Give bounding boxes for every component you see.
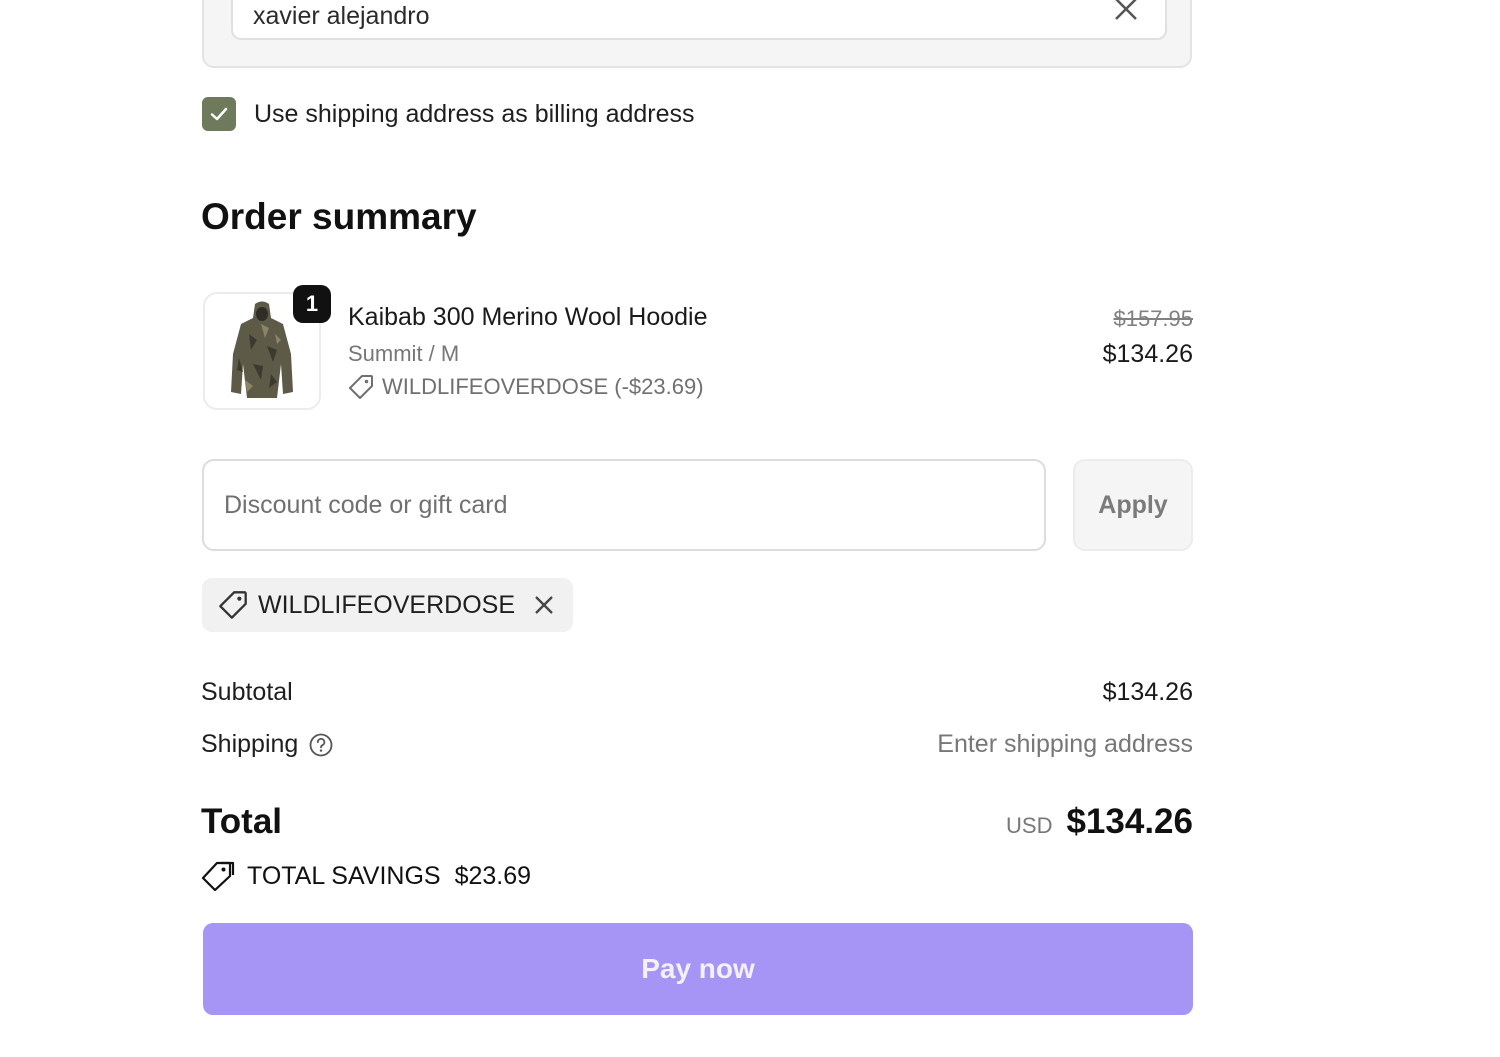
final-price: $134.26 — [1102, 340, 1193, 368]
checkmark-icon — [210, 107, 228, 121]
subtotal-label: Subtotal — [201, 678, 293, 706]
pay-now-button[interactable]: Pay now — [203, 923, 1193, 1015]
item-discount: WILDLIFEOVERDOSE (-$23.69) — [348, 374, 704, 400]
item-discount-label: WILDLIFEOVERDOSE (-$23.69) — [382, 374, 704, 399]
shipping-value: Enter shipping address — [937, 730, 1193, 758]
shipping-label: Shipping — [201, 730, 299, 758]
billing-checkbox-label: Use shipping address as billing address — [254, 99, 695, 128]
name-field[interactable]: xavier alejandro — [231, 0, 1167, 40]
quantity-badge: 1 — [293, 285, 331, 323]
applied-discount-chip: WILDLIFEOVERDOSE — [202, 578, 573, 632]
total-savings: TOTAL SAVINGS $23.69 — [201, 861, 531, 891]
subtotal-value: $134.26 — [1102, 678, 1193, 706]
close-icon[interactable] — [1111, 0, 1141, 24]
total-label: Total — [201, 802, 283, 841]
help-icon[interactable] — [308, 732, 334, 758]
discount-code-input[interactable] — [202, 459, 1046, 551]
shipping-label-row: Shipping — [201, 730, 334, 759]
total-savings-label: TOTAL SAVINGS — [247, 861, 441, 890]
name-field-value: xavier alejandro — [253, 2, 430, 30]
savings-tag-icon — [201, 861, 235, 891]
order-summary-title: Order summary — [201, 196, 477, 237]
contact-card: xavier alejandro — [202, 0, 1192, 68]
apply-button[interactable]: Apply — [1073, 459, 1193, 551]
total-value: $134.26 — [1066, 802, 1193, 841]
remove-discount-icon[interactable] — [533, 594, 555, 616]
applied-discount-code: WILDLIFEOVERDOSE — [258, 590, 515, 619]
product-name: Kaibab 300 Merino Wool Hoodie — [348, 303, 708, 331]
total-value-wrap: USD $134.26 — [1006, 802, 1193, 842]
total-savings-value: $23.69 — [454, 861, 532, 890]
tag-icon — [349, 375, 373, 399]
currency-code: USD — [1006, 813, 1053, 838]
billing-checkbox-row[interactable]: Use shipping address as billing address — [202, 96, 695, 132]
product-variant: Summit / M — [348, 341, 460, 366]
tag-icon — [219, 591, 247, 619]
billing-checkbox[interactable] — [202, 97, 236, 131]
original-price: $157.95 — [1113, 306, 1193, 331]
